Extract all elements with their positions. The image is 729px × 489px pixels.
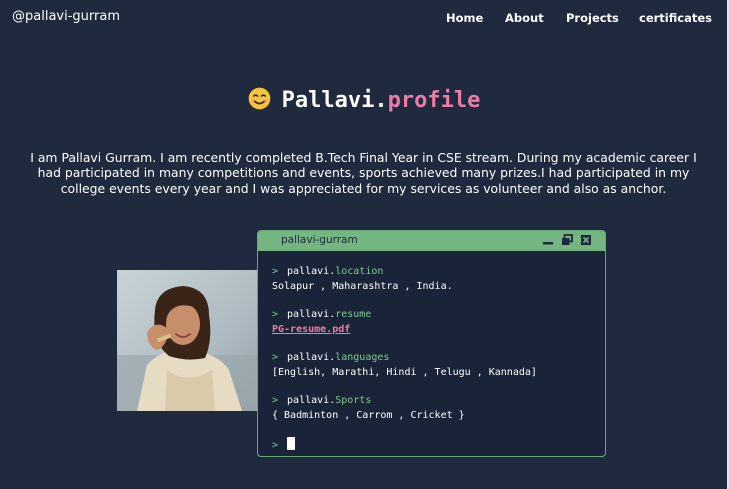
title-name: Pallavi bbox=[281, 88, 375, 113]
command-object: pallavi bbox=[287, 266, 330, 277]
restore-icon[interactable] bbox=[561, 234, 573, 246]
terminal-command-block: > pallavi.languages [English, Marathi, Hi… bbox=[272, 351, 591, 380]
terminal-window: pallavi-gurram > pallavi.location Solapur… bbox=[257, 230, 606, 457]
title-dot: . bbox=[374, 88, 388, 113]
command-property: languages bbox=[335, 352, 390, 363]
page-title: Pallavi.profile bbox=[0, 86, 727, 113]
top-navbar: @pallavi-gurram Home About Projects cert… bbox=[0, 0, 727, 36]
profile-photo bbox=[117, 270, 259, 411]
close-icon[interactable] bbox=[580, 234, 592, 246]
command-property: resume bbox=[335, 309, 372, 320]
command-object: pallavi bbox=[287, 395, 330, 406]
text-cursor bbox=[287, 437, 296, 450]
title-accent: profile bbox=[387, 88, 481, 113]
command-output: [English, Marathi, Hindi , Telugu , Kann… bbox=[272, 367, 537, 378]
command-output: Solapur , Maharashtra , India. bbox=[272, 281, 453, 292]
command-property: location bbox=[335, 266, 384, 277]
nav-link-projects[interactable]: Projects bbox=[566, 11, 619, 25]
command-object: pallavi bbox=[287, 352, 330, 363]
prompt-symbol: > bbox=[272, 309, 279, 320]
command-property: Sports bbox=[335, 395, 372, 406]
terminal-command-block: > pallavi.Sports { Badminton , Carrom , C… bbox=[272, 394, 591, 423]
prompt-symbol: > bbox=[272, 395, 279, 406]
terminal-command-block: > pallavi.location Solapur , Maharashtra … bbox=[272, 265, 591, 294]
prompt-symbol: > bbox=[272, 266, 279, 277]
terminal-title: pallavi-gurram bbox=[281, 234, 358, 246]
profile-portrait-image bbox=[117, 270, 259, 411]
command-output: { Badminton , Carrom , Cricket } bbox=[272, 410, 465, 421]
terminal-titlebar: pallavi-gurram bbox=[258, 231, 605, 251]
nav-link-home[interactable]: Home bbox=[446, 11, 483, 25]
terminal-command-block: > pallavi.resume PG-resume.pdf bbox=[272, 308, 591, 337]
prompt-symbol: > bbox=[272, 440, 279, 451]
command-line: > pallavi.languages bbox=[272, 351, 591, 364]
nav-links: Home About Projects certificates bbox=[0, 11, 727, 27]
command-line: > pallavi.resume bbox=[272, 308, 591, 321]
prompt-symbol: > bbox=[272, 352, 279, 363]
smiling-face-icon bbox=[246, 86, 272, 111]
command-object: pallavi bbox=[287, 309, 330, 320]
nav-link-certificates[interactable]: certificates bbox=[639, 11, 712, 25]
command-line: > pallavi.location bbox=[272, 265, 591, 278]
nav-link-about[interactable]: About bbox=[505, 11, 544, 25]
terminal-input-line[interactable]: > bbox=[272, 437, 591, 452]
minimize-icon[interactable] bbox=[542, 234, 554, 246]
terminal-body: > pallavi.location Solapur , Maharashtra … bbox=[258, 251, 605, 452]
resume-download-link[interactable]: PG-resume.pdf bbox=[272, 324, 350, 335]
command-line: > pallavi.Sports bbox=[272, 394, 591, 407]
intro-paragraph: I am Pallavi Gurram. I am recently compl… bbox=[30, 150, 697, 196]
command-output: PG-resume.pdf bbox=[272, 323, 591, 337]
